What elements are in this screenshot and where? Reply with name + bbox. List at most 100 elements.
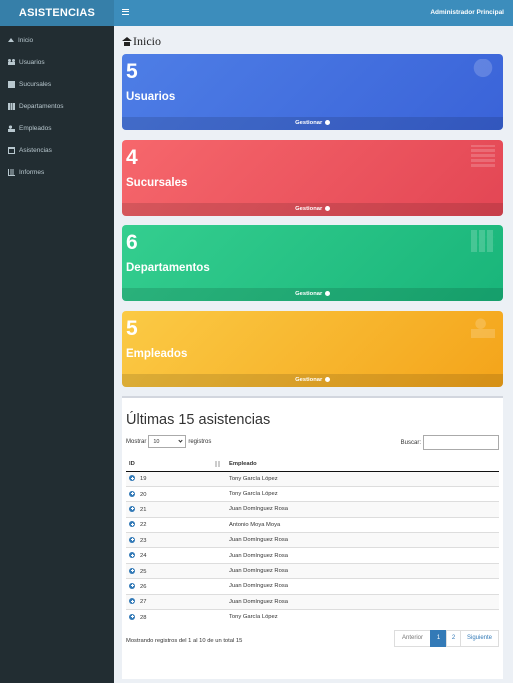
id-value: 23 <box>140 537 147 544</box>
page-length-select[interactable]: 10 <box>148 435 187 448</box>
sidebar-item-asistencias[interactable]: Asistencias <box>0 139 114 161</box>
id-cell: 19 <box>126 470 226 487</box>
employee-cell: Tony García López <box>226 470 499 487</box>
expand-row-icon[interactable] <box>129 521 135 528</box>
user-plus-icon <box>471 316 495 338</box>
expand-row-icon[interactable] <box>129 598 135 605</box>
sidebar-item-label: Departamentos <box>19 102 64 110</box>
calendar-icon <box>8 146 15 154</box>
table-row[interactable]: 25 Juan Domínguez Rosa <box>126 562 499 579</box>
user-icon <box>471 59 495 81</box>
pagination-previous-button[interactable]: Anterior <box>394 630 431 647</box>
grid-icon <box>471 230 495 252</box>
building-icon <box>471 145 495 167</box>
card-label: Usuarios <box>126 91 176 103</box>
expand-row-icon[interactable] <box>129 552 135 559</box>
manage-sucursales-link[interactable]: Gestionar <box>122 203 503 216</box>
column-header-empleado[interactable]: Empleado <box>226 458 499 472</box>
sidebar-item-departamentos[interactable]: Departamentos <box>0 95 114 117</box>
sidebar-item-inicio[interactable]: Inicio <box>0 29 114 51</box>
expand-row-icon[interactable] <box>129 490 135 497</box>
id-value: 24 <box>140 553 147 560</box>
page-length-value: 10 <box>153 438 160 445</box>
card-label: Empleados <box>126 348 188 360</box>
expand-row-icon[interactable] <box>129 505 135 512</box>
sidebar-item-informes[interactable]: Informes <box>0 161 114 183</box>
grid-icon <box>8 102 15 110</box>
table-row[interactable]: 24 Juan Domínguez Rosa <box>126 547 499 564</box>
manage-departamentos-link[interactable]: Gestionar <box>122 288 503 301</box>
page-length-control: Mostrar 10 registros <box>126 435 211 448</box>
pagination-next-button[interactable]: Siguiente <box>460 630 499 647</box>
manage-empleados-link[interactable]: Gestionar <box>122 374 503 387</box>
card-label: Sucursales <box>126 177 188 189</box>
card-value: 4 <box>126 146 138 169</box>
id-value: 26 <box>140 583 147 590</box>
table-row[interactable]: 27 Juan Domínguez Rosa <box>126 593 499 610</box>
pagination: Anterior 1 2 Siguiente <box>394 630 499 647</box>
id-cell: 21 <box>126 501 226 518</box>
card-value: 6 <box>126 231 138 254</box>
table-row[interactable]: 26 Juan Domínguez Rosa <box>126 578 499 595</box>
card-value: 5 <box>126 60 138 83</box>
id-cell: 20 <box>126 485 226 502</box>
search-input[interactable] <box>423 435 499 450</box>
home-icon <box>8 38 14 42</box>
home-icon <box>122 37 132 46</box>
card-link-label: Gestionar <box>295 206 323 212</box>
employee-cell: Juan Domínguez Rosa <box>226 547 499 564</box>
id-value: 28 <box>140 614 147 621</box>
expand-row-icon[interactable] <box>129 582 135 589</box>
card-label: Departamentos <box>126 262 210 274</box>
hamburger-menu-icon[interactable] <box>122 9 129 15</box>
manage-usuarios-link[interactable]: Gestionar <box>122 117 503 130</box>
sidebar-item-usuarios[interactable]: Usuarios <box>0 51 114 73</box>
top-navbar: Administrador Principal <box>114 0 513 26</box>
expand-row-icon[interactable] <box>129 613 135 620</box>
arrow-circle-right-icon <box>324 205 330 211</box>
brand-logo[interactable]: ASISTENCIAS <box>0 0 114 26</box>
card-departamentos: 6 Departamentos Gestionar <box>122 225 503 301</box>
id-cell: 26 <box>126 578 226 595</box>
table-info: Mostrando registros del 1 al 10 de un to… <box>126 638 243 644</box>
sidebar-item-sucursales[interactable]: Sucursales <box>0 73 114 95</box>
id-cell: 23 <box>126 532 226 548</box>
employee-cell: Juan Domínguez Rosa <box>226 593 499 610</box>
search-label: Buscar: <box>400 439 421 446</box>
expand-row-icon[interactable] <box>129 475 135 482</box>
column-header-id[interactable]: ID <box>126 458 226 472</box>
building-icon <box>8 80 15 88</box>
id-cell: 24 <box>126 547 226 564</box>
table-row[interactable]: 28 Tony García López <box>126 609 499 625</box>
table-row[interactable]: 21 Juan Domínguez Rosa <box>126 501 499 518</box>
sidebar-item-label: Sucursales <box>19 80 52 88</box>
id-value: 19 <box>140 476 147 483</box>
id-value: 20 <box>140 491 147 498</box>
panel-title: Últimas 15 asistencias <box>126 412 271 428</box>
sidebar-item-empleados[interactable]: Empleados <box>0 117 114 139</box>
sidebar-menu: Inicio Usuarios Sucursales Departamentos… <box>0 26 114 183</box>
card-link-label: Gestionar <box>295 291 323 297</box>
pagination-page-button[interactable]: 1 <box>430 630 447 647</box>
user-menu[interactable]: Administrador Principal <box>430 0 504 26</box>
expand-row-icon[interactable] <box>129 567 135 574</box>
card-usuarios: 5 Usuarios Gestionar <box>122 54 503 130</box>
table-row[interactable]: 22 Antonio Moya Moya <box>126 516 499 533</box>
employee-cell: Juan Domínguez Rosa <box>226 562 499 579</box>
search-control: Buscar: <box>401 435 499 450</box>
show-label: Mostrar <box>126 438 147 445</box>
pagination-page-button[interactable]: 2 <box>446 630 461 647</box>
table-row[interactable]: 23 Juan Domínguez Rosa <box>126 532 499 548</box>
id-cell: 27 <box>126 593 226 610</box>
employee-cell: Juan Domínguez Rosa <box>226 501 499 518</box>
column-header-label: ID <box>129 461 135 468</box>
expand-row-icon[interactable] <box>129 536 135 543</box>
table-row[interactable]: 20 Tony García López <box>126 485 499 502</box>
column-header-label: Empleado <box>229 461 257 468</box>
arrow-circle-right-icon <box>324 119 330 125</box>
table-row[interactable]: 19 Tony García López <box>126 470 499 487</box>
users-icon <box>8 59 15 65</box>
card-value: 5 <box>126 317 138 340</box>
page-title: Inicio <box>122 34 161 49</box>
id-cell: 28 <box>126 609 226 625</box>
